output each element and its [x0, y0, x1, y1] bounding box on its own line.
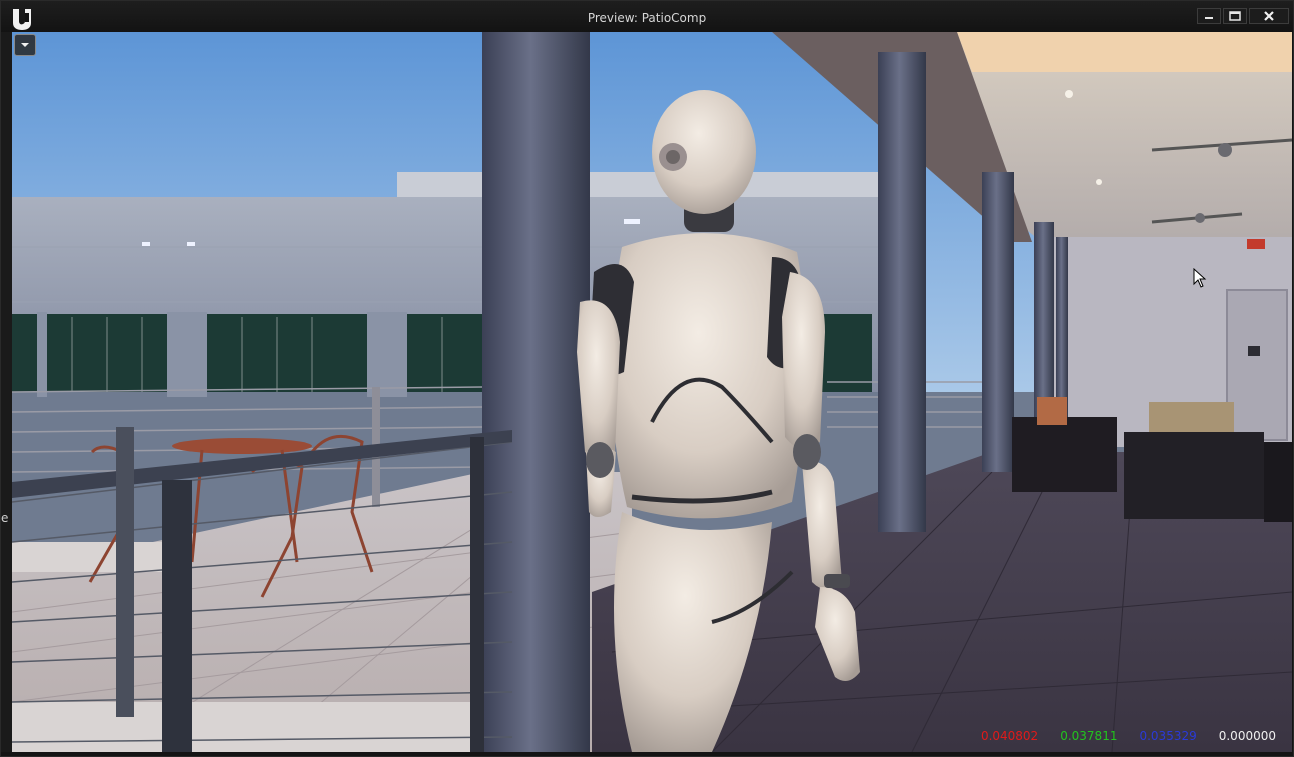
pixel-value-readout: 0.040802 0.037811 0.035329 0.000000 — [981, 729, 1276, 743]
mouse-cursor-icon — [1193, 268, 1207, 288]
left-panel-edge: e — [1, 32, 12, 752]
preview-viewport[interactable]: 0.040802 0.037811 0.035329 0.000000 — [12, 32, 1292, 752]
maximize-icon — [1229, 11, 1241, 21]
minimize-button[interactable] — [1197, 8, 1221, 24]
preview-window: Preview: PatioComp e 0.040802 0.037811 0… — [0, 0, 1294, 757]
minimize-icon — [1205, 17, 1213, 19]
pixel-green-value: 0.037811 — [1060, 729, 1118, 743]
close-button[interactable] — [1249, 8, 1289, 24]
pixel-blue-value: 0.035329 — [1139, 729, 1197, 743]
pixel-alpha-value: 0.000000 — [1218, 729, 1276, 743]
window-title: Preview: PatioComp — [587, 11, 707, 25]
scene-image — [12, 32, 1292, 752]
maximize-button[interactable] — [1223, 8, 1247, 24]
chevron-down-icon — [21, 43, 29, 47]
close-icon — [1264, 11, 1274, 21]
window-controls — [1197, 8, 1289, 24]
pixel-red-value: 0.040802 — [980, 729, 1039, 743]
title-bar[interactable]: Preview: PatioComp — [1, 1, 1293, 32]
left-panel-edge-text: e — [1, 511, 9, 525]
viewport-options-button[interactable] — [14, 34, 36, 56]
